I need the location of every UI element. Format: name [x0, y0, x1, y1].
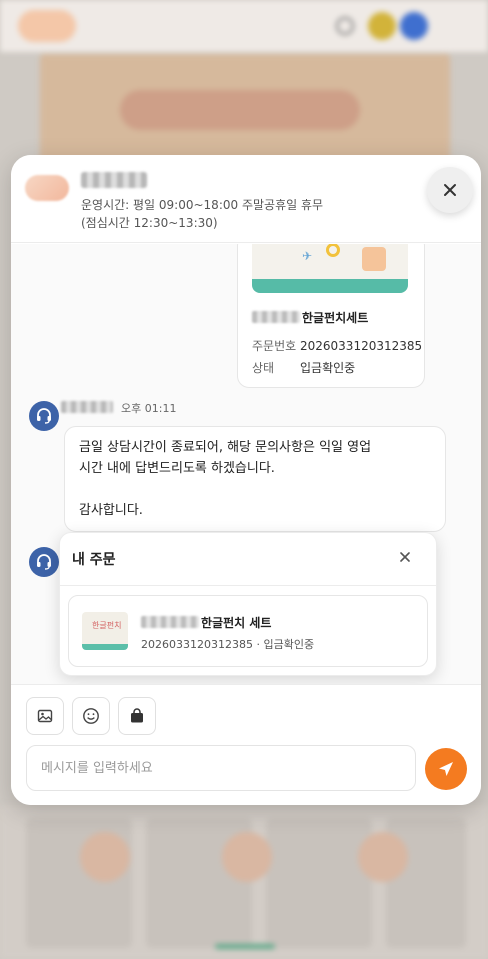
background-face — [80, 832, 130, 882]
agent-name-redacted — [61, 401, 113, 413]
agent-avatar — [29, 547, 59, 577]
order-item-meta: 2026033120312385 · 입금확인중 — [141, 638, 315, 651]
send-button[interactable] — [425, 748, 467, 790]
order-status-row: 상태 입금확인중 — [252, 359, 355, 376]
order-status-value: 입금확인중 — [300, 361, 356, 375]
send-icon — [439, 762, 453, 776]
my-orders-title: 내 주문 — [72, 552, 116, 568]
order-thumbnail: 한글펀치 — [82, 612, 128, 650]
message-line: 감사합니다. — [79, 503, 143, 518]
agent-avatar — [29, 401, 59, 431]
close-icon — [444, 184, 456, 196]
message-bubble: 금일 상담시간이 종료되어, 해당 문의사항은 익일 영업 시간 내에 답변드리… — [64, 426, 446, 532]
order-button[interactable] — [118, 697, 156, 735]
product-image: ✈ — [252, 244, 408, 293]
background-card — [266, 818, 372, 948]
background-logo — [18, 10, 76, 42]
emoji-icon — [83, 708, 99, 724]
background-search-icon — [336, 17, 354, 35]
background-badge — [400, 12, 428, 40]
operating-hours: 운영시간: 평일 09:00~18:00 주말공휴일 휴무 — [81, 198, 324, 212]
background-avatar — [368, 12, 396, 40]
message-line: 금일 상담시간이 종료되어, 해당 문의사항은 익일 영업 — [79, 440, 372, 455]
bag-icon — [131, 708, 143, 723]
order-status-label: 상태 — [252, 361, 275, 375]
background-face — [222, 832, 272, 882]
background-face — [358, 832, 408, 882]
message-time: 오후 01:11 — [121, 402, 177, 415]
shop-name-redacted — [81, 172, 147, 188]
order-product-card[interactable]: ✈ 한글펀치세트 주문번호 2026033120312385 상태 입금확인중 — [237, 244, 425, 388]
chat-header: 운영시간: 평일 09:00~18:00 주말공휴일 휴무 (점심시간 12:3… — [11, 155, 481, 243]
my-orders-popup: 내 주문 한글펀치 한글펀치 세트 2026033120312385 · 입금확… — [59, 532, 437, 676]
image-button[interactable] — [26, 697, 64, 735]
composer — [11, 684, 481, 805]
image-icon — [37, 709, 53, 723]
message-input[interactable] — [26, 745, 416, 791]
close-button[interactable] — [427, 167, 473, 213]
order-number-label: 주문번호 — [252, 339, 297, 353]
my-orders-close-button[interactable] — [400, 547, 410, 566]
chat-messages[interactable]: ✈ 한글펀치세트 주문번호 2026033120312385 상태 입금확인중 오후… — [11, 244, 481, 684]
background-strip — [215, 944, 275, 949]
chat-panel: 운영시간: 평일 09:00~18:00 주말공휴일 휴무 (점심시간 12:3… — [11, 155, 481, 805]
emoji-button[interactable] — [72, 697, 110, 735]
order-item[interactable]: 한글펀치 한글펀치 세트 2026033120312385 · 입금확인중 — [68, 595, 428, 667]
order-number-value: 2026033120312385 — [300, 339, 423, 353]
divider — [60, 585, 436, 586]
order-number-row: 주문번호 2026033120312385 — [252, 337, 422, 354]
order-item-name: 한글펀치 세트 — [141, 614, 271, 631]
background-hero-title — [120, 90, 360, 130]
close-icon — [400, 552, 410, 562]
headset-icon — [37, 554, 51, 570]
lunch-hours: (점심시간 12:30~13:30) — [81, 216, 218, 230]
shop-logo — [25, 175, 69, 201]
headset-icon — [37, 408, 51, 424]
product-name: 한글펀치세트 — [252, 309, 368, 326]
message-line: 시간 내에 답변드리도록 하겠습니다. — [79, 461, 275, 476]
